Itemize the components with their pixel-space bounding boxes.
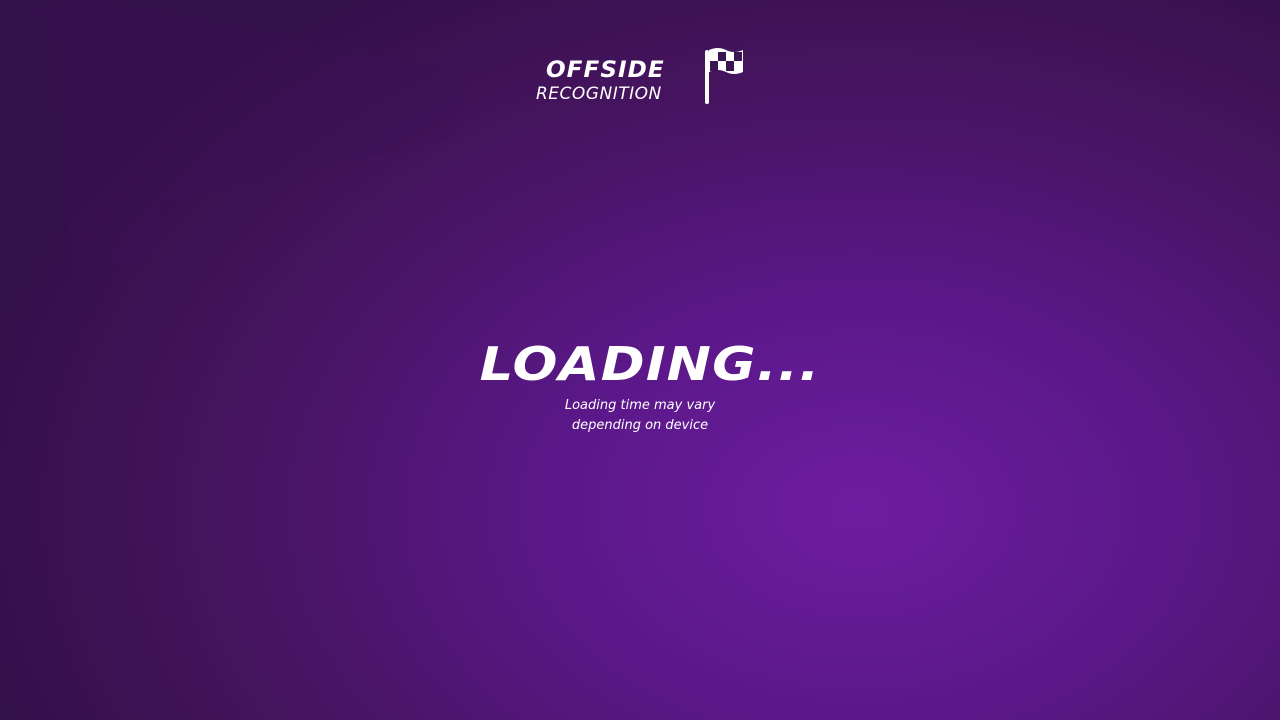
loading-title: LOADING... bbox=[479, 337, 821, 391]
offside-recognition-logo: OFFSIDE RECOGNITION bbox=[534, 44, 754, 106]
loading-subtitle-line2: depending on device bbox=[571, 418, 709, 433]
background-ghost-flag bbox=[40, 0, 465, 260]
loading-subtitle-line1: Loading time may vary bbox=[564, 398, 716, 413]
checkered-flag-icon bbox=[705, 48, 743, 104]
loading-subtitle: Loading time may vary depending on devic… bbox=[490, 396, 790, 436]
logo-title-recognition: RECOGNITION bbox=[536, 84, 662, 104]
logo-title-offside: OFFSIDE bbox=[546, 58, 665, 83]
